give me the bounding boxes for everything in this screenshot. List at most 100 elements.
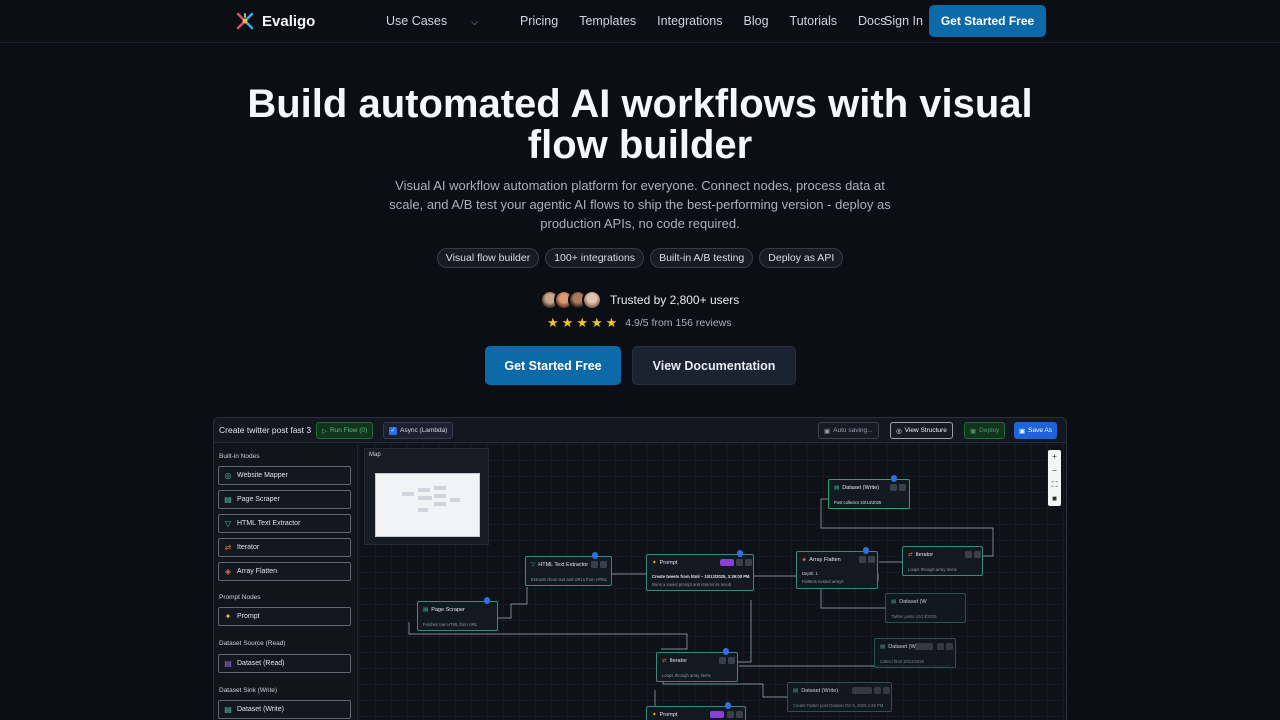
palette-item-website-mapper[interactable]: ◎ Website Mapper: [218, 466, 351, 485]
run-flow-button[interactable]: ▷ Run Flow (0): [316, 422, 374, 439]
section-prompt-nodes: Prompt Nodes: [219, 594, 261, 601]
palette-item-page-scraper[interactable]: ▤ Page Scraper: [218, 490, 351, 509]
nav-link-tutorials[interactable]: Tutorials: [790, 14, 837, 28]
node-html-text-extractor[interactable]: ▽ HTML Text Extractor Extracts clean text…: [525, 552, 612, 586]
nav-get-started-button[interactable]: Get Started Free: [929, 5, 1046, 37]
node-array-flatten[interactable]: ◈ Array Flatten Depth: 1 Flattens nested …: [796, 547, 878, 589]
node-prompt[interactable]: ✦ Prompt Create tweets from html – 10/13/…: [646, 550, 754, 591]
repeat-icon: ⇄: [662, 658, 667, 664]
nav-link-blog[interactable]: Blog: [744, 14, 769, 28]
node-title-text: HTML Text Extractor: [538, 562, 589, 568]
rating-text: 4.9/5 from 156 reviews: [625, 317, 732, 329]
node-tag: [915, 643, 933, 650]
node-title-text: Array Flatten: [809, 557, 841, 563]
app-toolbar: Create twitter post fast 3 ▷ Run Flow (0…: [214, 418, 1066, 443]
chip-deploy-api: Deploy as API: [759, 248, 844, 268]
node-controls[interactable]: [727, 711, 743, 718]
node-controls[interactable]: [890, 484, 906, 491]
trusted-by-text: Trusted by 2,800+ users: [610, 293, 740, 307]
document-icon: ▤: [423, 607, 429, 613]
social-proof: Trusted by 2,800+ users: [540, 290, 739, 310]
nav-link-pricing[interactable]: Pricing: [520, 14, 558, 28]
nav-link-use-cases[interactable]: Use Cases ⌵: [386, 14, 499, 28]
async-label: Async (Lambda): [400, 427, 448, 434]
minimap-viewport[interactable]: [375, 473, 480, 537]
node-title: ⇄ Iterator: [662, 658, 687, 664]
zoom-in-icon[interactable]: +: [1048, 450, 1061, 464]
node-dataset-mid[interactable]: ▤ Dataset (W Twitter posts 10/13/2025: [885, 593, 966, 623]
section-dataset-sink: Dataset Sink (Write): [219, 687, 278, 694]
sign-in-link[interactable]: Sign In: [884, 14, 923, 28]
palette-item-dataset-write[interactable]: ▤ Dataset (Write): [218, 700, 351, 719]
chip-ab-testing: Built-in A/B testing: [650, 248, 754, 268]
palette-item-html-text-extractor[interactable]: ▽ HTML Text Extractor: [218, 514, 351, 533]
node-toggle[interactable]: [710, 711, 724, 718]
node-controls[interactable]: [591, 561, 607, 568]
nav-link-label: Use Cases: [386, 14, 448, 28]
node-controls[interactable]: [859, 556, 875, 563]
node-page-scraper[interactable]: ▤ Page Scraper Fetches raw HTML from URL: [417, 597, 498, 631]
node-title: ◈ Array Flatten: [802, 557, 841, 563]
node-controls[interactable]: [937, 643, 953, 650]
star-icon: ★: [561, 315, 574, 330]
node-iterator-top[interactable]: ⇄ Iterator Loops through array items: [902, 546, 983, 576]
view-structure-button[interactable]: ◎ View Structure: [890, 422, 953, 439]
view-structure-label: View Structure: [904, 427, 947, 434]
node-iterator-bottom[interactable]: ⇄ Iterator Loops through array items: [656, 648, 738, 682]
node-tag: [852, 687, 872, 694]
deploy-button[interactable]: ▣ Deploy: [964, 422, 1006, 439]
app-preview: Create twitter post fast 3 ▷ Run Flow (0…: [213, 417, 1067, 720]
get-started-button[interactable]: Get Started Free: [485, 346, 621, 385]
deploy-label: Deploy: [979, 427, 1000, 434]
database-icon: ▤: [224, 705, 232, 714]
palette-item-prompt[interactable]: ✦ Prompt: [218, 607, 351, 626]
minimap[interactable]: Map: [364, 448, 489, 545]
lock-icon[interactable]: ■: [1048, 492, 1061, 506]
node-dataset-write-top[interactable]: ▤ Dataset (Write) Post collector 10/14/20…: [828, 475, 910, 509]
node-controls[interactable]: [736, 559, 752, 566]
view-documentation-button[interactable]: View Documentation: [632, 346, 796, 385]
node-title: ✦ Prompt: [652, 712, 677, 718]
async-lambda-toggle[interactable]: ✓ Async (Lambda): [383, 422, 454, 439]
palette-item-label: Page Scraper: [237, 496, 280, 503]
node-badge: [891, 475, 897, 482]
chip-integrations: 100+ integrations: [545, 248, 645, 268]
star-icon: ★: [590, 315, 603, 330]
node-controls[interactable]: [719, 657, 735, 664]
node-title-text: Iterator: [915, 552, 934, 558]
node-title: ▤ Dataset (Write): [834, 485, 879, 491]
database-icon: ▤: [224, 659, 232, 668]
node-description: Twitter posts 10/13/2025: [891, 614, 937, 619]
node-title-text: Prompt: [659, 712, 678, 718]
node-title-text: Dataset (Write): [842, 485, 880, 491]
node-description: Create Twitter post Dataset Oct 8, 2025 …: [793, 703, 884, 708]
save-as-button[interactable]: ▣ Save As: [1014, 422, 1058, 439]
save-icon: ▣: [1019, 427, 1026, 435]
palette-item-array-flatten[interactable]: ◈ Array Flatten: [218, 562, 351, 581]
nav-link-docs[interactable]: Docs: [858, 14, 886, 28]
palette-item-iterator[interactable]: ⇄ Iterator: [218, 538, 351, 557]
palette-item-dataset-read[interactable]: ▤ Dataset (Read): [218, 654, 351, 673]
node-dataset-mid-2[interactable]: ▤ Dataset (W Collect html 10/13/2025: [874, 638, 956, 668]
brand-logo[interactable]: Evaligo: [236, 12, 315, 30]
node-controls[interactable]: [965, 551, 981, 558]
node-controls[interactable]: [874, 687, 890, 694]
node-description: Loops through array items: [662, 673, 711, 678]
node-description: Runs a saved prompt and returns its resu…: [652, 582, 731, 587]
fit-view-icon[interactable]: ⛶: [1048, 478, 1061, 492]
save-as-label: Save As: [1028, 427, 1053, 434]
node-toggle[interactable]: [720, 559, 734, 566]
node-title: ▽ HTML Text Extractor: [531, 562, 588, 568]
nav-link-templates[interactable]: Templates: [579, 14, 636, 28]
user-avatars: [540, 290, 602, 310]
zoom-out-icon[interactable]: −: [1048, 464, 1061, 478]
flow-canvas[interactable]: Map + − ⛶ ■ ▤Page Scraper Fetches raw H: [359, 444, 1066, 720]
hero-title-line-1: Build automated AI workflows with visual: [247, 82, 1033, 126]
node-title-text: Iterator: [669, 658, 688, 664]
nav-link-integrations[interactable]: Integrations: [657, 14, 722, 28]
node-title-text: Dataset (Write): [801, 688, 839, 694]
globe-icon: ◎: [224, 471, 232, 480]
node-dataset-write-bottom[interactable]: ▤ Dataset (Write) Create Twitter post Dat…: [787, 682, 892, 712]
zoom-controls: + − ⛶ ■: [1048, 450, 1061, 506]
node-prompt-2[interactable]: ✦ Prompt: [646, 702, 746, 720]
